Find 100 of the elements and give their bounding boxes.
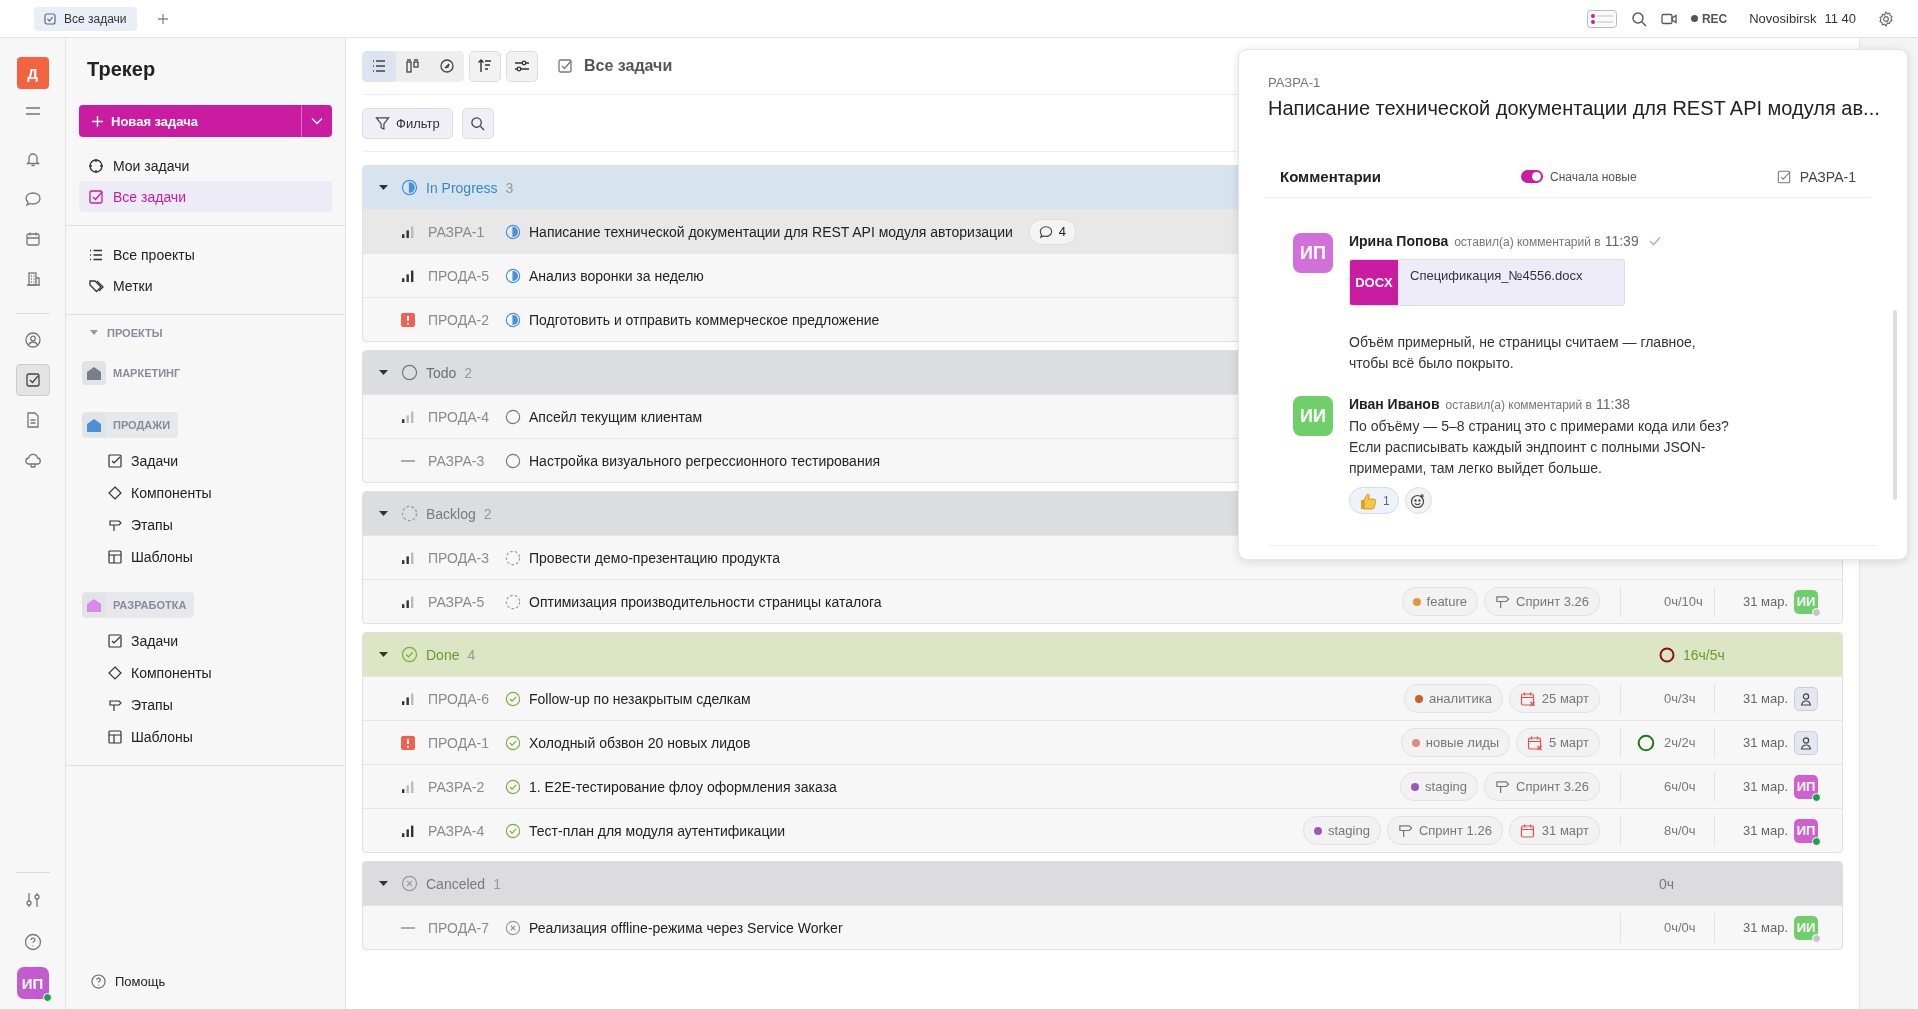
label-tag[interactable]: аналитика bbox=[1403, 684, 1503, 713]
user-avatar[interactable]: ИП bbox=[16, 967, 49, 999]
status-icon bbox=[505, 452, 521, 469]
task-key: ПРОДА-7 bbox=[428, 919, 505, 936]
status-icon bbox=[401, 646, 418, 663]
nav-item[interactable]: Мои задачи bbox=[79, 150, 332, 181]
task-key: ПРОДА-2 bbox=[428, 311, 505, 328]
project-subitem[interactable]: Этапы bbox=[79, 509, 332, 541]
due-date-tag[interactable]: 5 март bbox=[1516, 728, 1600, 757]
avatar-initials: ИП bbox=[1796, 779, 1816, 794]
caret-icon[interactable] bbox=[379, 369, 388, 376]
settings-icon[interactable] bbox=[1878, 10, 1894, 27]
toggle-label: Сначала новые bbox=[1550, 169, 1637, 184]
nav-item[interactable]: Все проекты bbox=[79, 239, 332, 270]
author-avatar: ИП bbox=[1293, 233, 1333, 273]
task-key: ПРОДА-5 bbox=[428, 267, 505, 284]
task-row[interactable]: ПРОДА-6 Follow-up по незакрытым сделкам аналитика 25 март 0ч/3ч 31 мар. bbox=[363, 676, 1842, 720]
checkbox-icon bbox=[23, 371, 42, 389]
caret-icon[interactable] bbox=[379, 651, 388, 658]
add-tab-icon[interactable] bbox=[156, 12, 169, 25]
cloud-icon bbox=[23, 451, 42, 469]
label-tag[interactable]: staging bbox=[1400, 772, 1479, 801]
project-subitem[interactable]: Компоненты bbox=[79, 477, 332, 509]
search-icon[interactable] bbox=[1630, 10, 1647, 27]
caret-icon[interactable] bbox=[379, 880, 388, 887]
rail-button[interactable] bbox=[15, 364, 50, 396]
caret-icon[interactable] bbox=[379, 184, 388, 191]
file-type-label: DOCX bbox=[1350, 260, 1398, 305]
unassigned-avatar[interactable] bbox=[1794, 686, 1818, 711]
toggle-switch[interactable] bbox=[1521, 170, 1543, 183]
project-subitem[interactable]: Задачи bbox=[79, 445, 332, 477]
menu-icon[interactable] bbox=[24, 105, 41, 117]
filter-button[interactable]: Фильтр bbox=[362, 107, 453, 139]
label-tag[interactable]: staging bbox=[1302, 816, 1381, 845]
task-date: 31 мар. bbox=[1743, 920, 1790, 935]
add-reaction-button[interactable] bbox=[1404, 487, 1432, 514]
sort-button[interactable] bbox=[469, 50, 501, 82]
task-title: Подготовить и отправить коммерческое предложение bbox=[529, 311, 880, 328]
project-subitem[interactable]: Компоненты bbox=[79, 657, 332, 689]
sliders-icon[interactable] bbox=[23, 891, 42, 909]
status-icon bbox=[505, 734, 521, 751]
time-spent: 6ч/0ч bbox=[1664, 779, 1696, 794]
project-subitem[interactable]: Этапы bbox=[79, 689, 332, 721]
task-key: ПРОДА-4 bbox=[428, 408, 505, 425]
checkbox-icon bbox=[108, 634, 122, 648]
sprint-tag[interactable]: Спринт 3.26 bbox=[1484, 587, 1600, 616]
status-icon bbox=[505, 408, 521, 425]
time-spent: 0ч/0ч bbox=[1664, 920, 1696, 935]
task-row[interactable]: ПРОДА-7 Реализация offline-режима через Service Worker 0ч/0ч 31 мар. ИИ bbox=[363, 905, 1842, 949]
due-date-tag[interactable]: 25 март bbox=[1508, 684, 1600, 713]
browser-tab[interactable]: Все задачи bbox=[34, 6, 137, 31]
nav-item[interactable]: Все задачи bbox=[79, 181, 332, 212]
video-camera-icon[interactable] bbox=[1660, 11, 1677, 26]
caret-icon[interactable] bbox=[379, 510, 388, 517]
sort-icon bbox=[477, 58, 493, 74]
help-icon[interactable] bbox=[23, 933, 42, 951]
nav-item[interactable]: Метки bbox=[79, 270, 332, 301]
task-row[interactable]: РАЗРА-5 Оптимизация производительности страницы каталога feature Спринт 3.26 0ч/10ч 31 мар. ИИ bbox=[363, 579, 1842, 623]
comment-meta: оставил(а) комментарий в bbox=[1454, 235, 1601, 249]
list-icon bbox=[371, 58, 387, 74]
group-time: 16ч/5ч bbox=[1683, 646, 1725, 663]
group-count: 3 bbox=[505, 179, 514, 196]
comment-count-badge[interactable]: 4 bbox=[1028, 218, 1076, 245]
unassigned-avatar[interactable] bbox=[1794, 730, 1818, 755]
due-date-tag[interactable]: 31 март bbox=[1508, 816, 1600, 845]
display-settings-button[interactable] bbox=[506, 50, 538, 82]
reaction-button[interactable]: 1 bbox=[1349, 487, 1399, 514]
view-toggle-button[interactable] bbox=[362, 50, 396, 82]
task-row[interactable]: РАЗРА-4 Тест-план для модуля аутентификации staging Спринт 1.26 31 март 8ч/0ч 31 мар. ИП bbox=[363, 808, 1842, 852]
author-name: Иван Иванов bbox=[1349, 396, 1440, 412]
sprint-tag[interactable]: Спринт 3.26 bbox=[1484, 772, 1600, 801]
avatar-initials: ИП bbox=[1796, 823, 1816, 838]
record-button[interactable]: REC bbox=[1690, 11, 1728, 26]
scrollbar[interactable] bbox=[1893, 310, 1897, 500]
search-button[interactable] bbox=[461, 107, 494, 139]
app-title: Трекер bbox=[86, 58, 157, 82]
group-time: 0ч bbox=[1659, 875, 1675, 892]
checkbox-icon bbox=[557, 58, 573, 74]
task-row[interactable]: РАЗРА-2 1. E2E-тестирование флоу оформления заказа staging Спринт 3.26 6ч/0ч 31 мар. ИП bbox=[363, 764, 1842, 808]
group-name: In Progress bbox=[426, 179, 498, 196]
task-title: Настройка визуального регрессионного тестирования bbox=[529, 452, 881, 469]
compass-icon bbox=[439, 58, 455, 74]
task-row[interactable]: ПРОДА-1 Холодный обзвон 20 новых лидов новые лиды 5 март 2ч/2ч 31 мар. bbox=[363, 720, 1842, 764]
project-subitem[interactable]: Шаблоны bbox=[79, 541, 332, 573]
sprint-tag[interactable]: Спринт 1.26 bbox=[1386, 816, 1503, 845]
label-tag[interactable]: новые лиды bbox=[1400, 728, 1511, 757]
label-tag[interactable]: feature bbox=[1401, 587, 1479, 616]
time-spent: 0ч/10ч bbox=[1664, 594, 1703, 609]
project-subitem[interactable]: Шаблоны bbox=[79, 721, 332, 753]
help-link[interactable]: Помощь bbox=[66, 974, 345, 1009]
list-toggle-icon[interactable] bbox=[1586, 9, 1617, 28]
tag-icon bbox=[88, 277, 104, 294]
file-attachment[interactable]: DOCX Спецификация_№4556.docx bbox=[1349, 259, 1625, 306]
task-date: 31 мар. bbox=[1743, 691, 1790, 706]
status-icon bbox=[505, 311, 521, 328]
sliders-icon bbox=[514, 58, 530, 74]
avatar-initials: ИИ bbox=[1796, 594, 1816, 609]
project-subitem[interactable]: Задачи bbox=[79, 625, 332, 657]
time-spent: 8ч/0ч bbox=[1664, 823, 1696, 838]
task-title: Холодный обзвон 20 новых лидов bbox=[529, 734, 751, 751]
